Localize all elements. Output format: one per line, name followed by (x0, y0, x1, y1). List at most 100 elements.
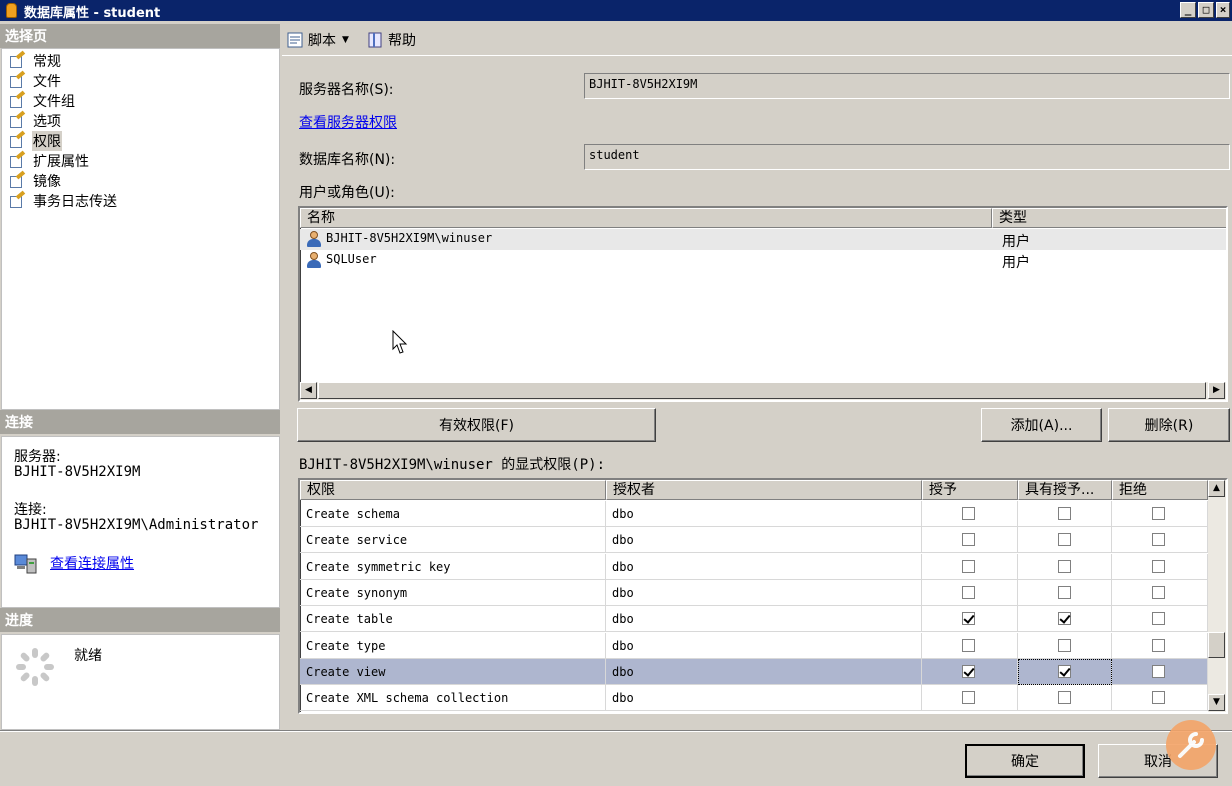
permission-name: Create type (300, 632, 606, 659)
progress-spinner-icon (16, 648, 54, 686)
connection-label: 连接: (14, 502, 47, 518)
deny-checkbox[interactable] (1152, 691, 1165, 705)
nav-item-4[interactable]: 权限 (8, 130, 62, 151)
user-name: SQLUser (326, 252, 377, 266)
column-header-with-grant[interactable]: 具有授予... (1018, 480, 1112, 500)
users-horizontal-scrollbar[interactable]: ◀ ▶ (300, 382, 1226, 400)
users-list[interactable]: 名称 类型 BJHIT-8V5H2XI9M\winuser 用户 SQLUser 用户… (298, 206, 1228, 402)
nav-item-0[interactable]: 常规 (8, 50, 62, 71)
database-name-field[interactable]: student (584, 144, 1230, 170)
permission-name: Create symmetric key (300, 553, 606, 580)
with-grant-checkbox[interactable] (1058, 507, 1071, 520)
help-button[interactable]: 帮助 (366, 29, 416, 51)
grant-checkbox[interactable] (962, 507, 975, 520)
deny-checkbox[interactable] (1152, 533, 1165, 547)
permission-grantor: dbo (606, 579, 922, 606)
script-icon (287, 32, 303, 48)
permission-grantor: dbo (606, 632, 922, 659)
page-wrench-icon (8, 90, 26, 109)
with-grant-checkbox[interactable] (1058, 612, 1071, 626)
script-button[interactable]: 脚本 ▼ (286, 29, 349, 51)
nav-item-label: 镜像 (33, 174, 61, 190)
add-button[interactable]: 添加(A)... (981, 408, 1102, 442)
permission-row[interactable]: Create view dbo (300, 658, 1208, 685)
with-grant-checkbox[interactable] (1058, 533, 1071, 547)
close-button[interactable]: × (1216, 2, 1230, 18)
ok-button[interactable]: 确定 (965, 744, 1085, 778)
scroll-thumb[interactable] (318, 382, 1206, 399)
deny-checkbox[interactable] (1152, 638, 1165, 652)
permission-name: Create view (300, 658, 606, 685)
grant-checkbox[interactable] (962, 638, 975, 652)
focus-rectangle (1018, 658, 1112, 685)
deny-checkbox[interactable] (1152, 585, 1165, 599)
permission-row[interactable]: Create service dbo (300, 527, 1208, 554)
deny-checkbox[interactable] (1152, 664, 1165, 678)
server-name-label: 服务器名称(S): (299, 82, 394, 98)
nav-item-5[interactable]: 扩展属性 (8, 150, 90, 171)
permission-row[interactable]: Create schema dbo (300, 501, 1208, 527)
page-wrench-icon (8, 110, 26, 129)
with-grant-checkbox[interactable] (1058, 585, 1071, 599)
view-server-permissions-link[interactable]: 查看服务器权限 (299, 112, 397, 132)
scroll-down-button[interactable]: ▼ (1208, 694, 1225, 711)
nav-item-3[interactable]: 选项 (8, 110, 62, 131)
scroll-thumb[interactable] (1208, 632, 1225, 658)
column-header-deny[interactable]: 拒绝 (1112, 480, 1208, 500)
scroll-left-button[interactable]: ◀ (300, 382, 317, 399)
permission-row[interactable]: Create type dbo (300, 632, 1208, 659)
permission-row[interactable]: Create XML schema collection dbo (300, 685, 1208, 712)
page-wrench-icon (8, 50, 26, 69)
permission-row[interactable]: Create synonym dbo (300, 579, 1208, 606)
view-connection-properties-link[interactable]: 查看连接属性 (50, 553, 134, 573)
permissions-grid[interactable]: 权限 授权者 授予 具有授予... 拒绝 Create schema dbo Cre… (298, 478, 1228, 714)
column-header-type[interactable]: 类型 (992, 208, 1226, 228)
grant-checkbox[interactable] (962, 559, 975, 573)
grant-checkbox[interactable] (962, 585, 975, 599)
pages-header: 选择页 (0, 24, 280, 48)
scroll-right-button[interactable]: ▶ (1208, 382, 1225, 399)
user-row[interactable]: BJHIT-8V5H2XI9M\winuser 用户 (300, 229, 1226, 250)
nav-item-1[interactable]: 文件 (8, 70, 62, 91)
connection-properties-icon[interactable] (14, 553, 38, 575)
user-icon (306, 252, 322, 268)
scroll-up-button[interactable]: ▲ (1208, 480, 1225, 497)
permission-name: Create synonym (300, 579, 606, 606)
window-title: 数据库属性 - student (24, 6, 161, 21)
minimize-button[interactable]: _ (1180, 2, 1196, 18)
permissions-vertical-scrollbar[interactable]: ▲ ▼ (1208, 480, 1226, 712)
permission-row[interactable]: Create symmetric key dbo (300, 553, 1208, 580)
maximize-button[interactable]: □ (1198, 2, 1214, 18)
grant-checkbox[interactable] (962, 664, 975, 678)
permission-grantor: dbo (606, 606, 922, 633)
nav-item-7[interactable]: 事务日志传送 (8, 190, 118, 211)
progress-status: 就绪 (74, 648, 102, 664)
dropdown-arrow-icon: ▼ (342, 35, 349, 45)
deny-checkbox[interactable] (1152, 559, 1165, 573)
effective-permissions-button[interactable]: 有效权限(F) (297, 408, 656, 442)
deny-checkbox[interactable] (1152, 507, 1165, 520)
column-header-permission[interactable]: 权限 (300, 480, 606, 500)
wrench-icon[interactable] (1166, 720, 1216, 770)
deny-checkbox[interactable] (1152, 612, 1165, 626)
nav-item-label: 事务日志传送 (33, 194, 117, 210)
grant-checkbox[interactable] (962, 691, 975, 705)
with-grant-checkbox[interactable] (1058, 559, 1071, 573)
permission-row[interactable]: Create table dbo (300, 606, 1208, 633)
with-grant-checkbox[interactable] (1058, 638, 1071, 652)
permissions-page: 服务器名称(S): BJHIT-8V5H2XI9M 查看服务器权限 数据库名称(… (282, 58, 1232, 730)
remove-button[interactable]: 删除(R) (1108, 408, 1230, 442)
user-icon (306, 231, 322, 247)
column-header-grantor[interactable]: 授权者 (606, 480, 922, 500)
server-name-field[interactable]: BJHIT-8V5H2XI9M (584, 73, 1230, 99)
column-header-grant[interactable]: 授予 (922, 480, 1018, 500)
script-label: 脚本 (308, 33, 336, 49)
permission-grantor: dbo (606, 501, 922, 527)
user-row[interactable]: SQLUser 用户 (300, 250, 1226, 271)
grant-checkbox[interactable] (962, 612, 975, 626)
nav-item-2[interactable]: 文件组 (8, 90, 76, 111)
grant-checkbox[interactable] (962, 533, 975, 547)
column-header-name[interactable]: 名称 (300, 208, 992, 228)
nav-item-6[interactable]: 镜像 (8, 170, 62, 191)
with-grant-checkbox[interactable] (1058, 691, 1071, 705)
